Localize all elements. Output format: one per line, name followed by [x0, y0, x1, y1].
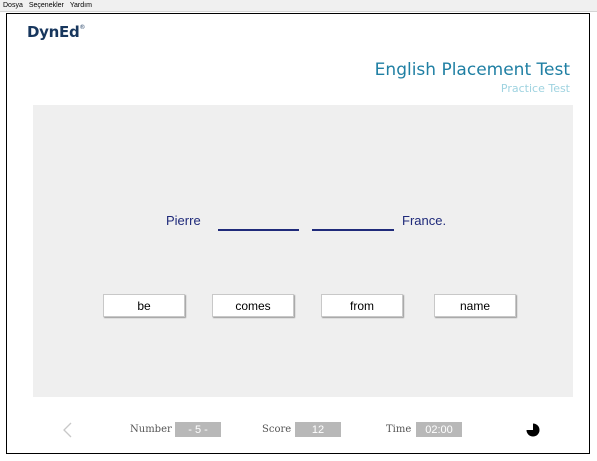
logo-text: DynEd	[27, 23, 80, 41]
page-subtitle: Practice Test	[500, 82, 570, 95]
chevron-left-icon[interactable]	[60, 421, 76, 439]
question-panel	[33, 105, 573, 397]
number-value: - 5 -	[175, 422, 221, 437]
time-label: Time	[386, 424, 412, 435]
choice-from[interactable]: from	[321, 294, 403, 317]
menu-item-dosya[interactable]: Dosya	[0, 0, 26, 11]
time-value: 02:00	[416, 422, 462, 437]
score-label: Score	[262, 424, 292, 435]
answer-blank-1[interactable]	[218, 229, 299, 231]
answer-blank-2[interactable]	[312, 229, 394, 231]
menu-bar: Dosya Seçenekler Yardım	[0, 0, 597, 12]
choice-name[interactable]: name	[434, 294, 516, 317]
choice-be[interactable]: be	[103, 294, 185, 317]
score-value: 12	[295, 422, 341, 437]
status-bar: Number - 5 - Score 12 Time 02:00	[0, 418, 597, 442]
timer-icon[interactable]	[525, 422, 541, 438]
page-title: English Placement Test	[374, 60, 570, 80]
number-label: Number	[130, 424, 172, 435]
choice-comes[interactable]: comes	[212, 294, 294, 317]
sentence-end: France.	[402, 213, 447, 228]
sentence-start: Pierre	[166, 213, 201, 228]
menu-item-yardim[interactable]: Yardım	[67, 0, 95, 11]
logo-mark: ®	[79, 24, 86, 31]
dyned-logo: DynEd®	[27, 23, 85, 41]
menu-item-secenekler[interactable]: Seçenekler	[26, 0, 67, 11]
